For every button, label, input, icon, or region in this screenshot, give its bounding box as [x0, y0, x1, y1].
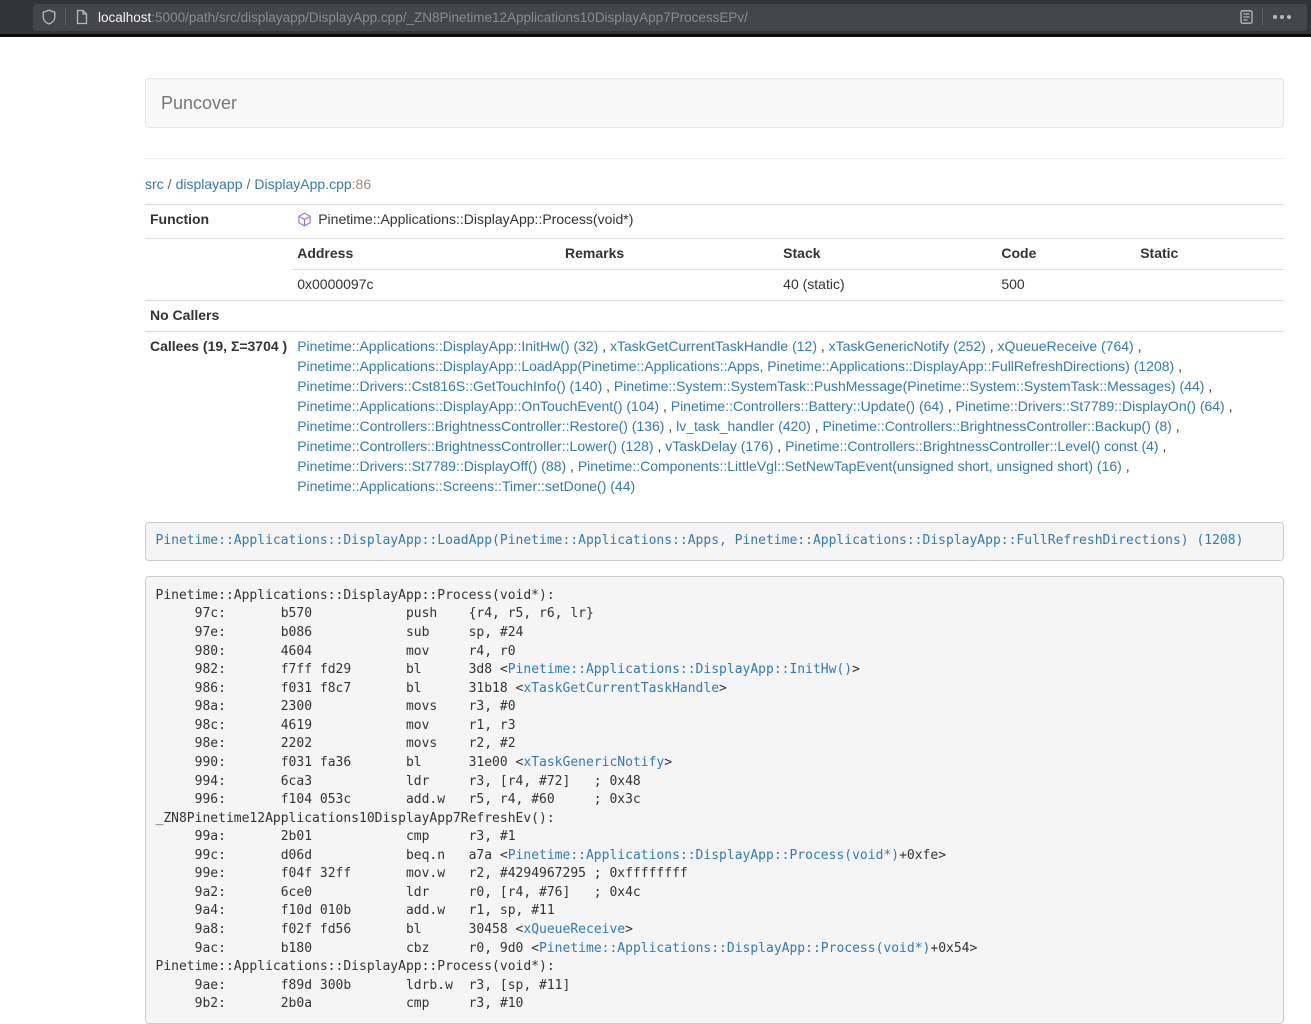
page-icon: [74, 9, 89, 25]
url-bar[interactable]: localhost:5000/path/src/displayapp/Displ…: [33, 4, 1307, 31]
remarks-value: [560, 269, 778, 299]
brand-link[interactable]: Puncover: [146, 78, 252, 128]
callee-separator: ,: [944, 398, 956, 414]
breadcrumb-link-displayapp[interactable]: displayapp: [176, 176, 243, 192]
column-header-remarks: Remarks: [560, 239, 778, 269]
callee-link[interactable]: xTaskGenericNotify (252): [829, 338, 986, 354]
urlbar-divider: [65, 8, 66, 26]
asm-symbol-link[interactable]: xTaskGenericNotify: [523, 755, 664, 770]
callee-separator: ,: [986, 338, 998, 354]
callee-link[interactable]: Pinetime::System::SystemTask::PushMessag…: [614, 378, 1205, 394]
callee-link[interactable]: Pinetime::Controllers::BrightnessControl…: [297, 418, 664, 434]
callee-separator: ,: [1172, 418, 1180, 434]
callee-separator: ,: [1225, 398, 1233, 414]
callee-separator: ,: [1159, 438, 1167, 454]
function-name: Pinetime::Applications::DisplayApp::Proc…: [318, 211, 633, 227]
table-row: Address Remarks Stack Code Static 0x0000…: [145, 238, 1284, 300]
code-value: 500: [996, 269, 1135, 299]
column-header-address: Address: [292, 239, 560, 269]
page-container: Puncover src/displayapp/DisplayApp.cpp:8…: [145, 78, 1284, 1024]
callee-link[interactable]: Pinetime::Controllers::BrightnessControl…: [822, 418, 1171, 434]
callee-separator: ,: [811, 418, 823, 434]
column-header-static: Static: [1135, 239, 1284, 269]
asm-symbol-link[interactable]: xQueueReceive: [523, 922, 625, 937]
callee-link[interactable]: xTaskGetCurrentTaskHandle (12): [610, 338, 817, 354]
callee-link[interactable]: Pinetime::Controllers::BrightnessControl…: [785, 438, 1158, 454]
function-info-table: Function Pinetime::Applications::Display…: [145, 204, 1284, 502]
callee-link[interactable]: Pinetime::Drivers::St7789::DisplayOn() (…: [956, 398, 1225, 414]
callee-link[interactable]: xQueueReceive (764): [998, 338, 1134, 354]
callee-link[interactable]: Pinetime::Applications::DisplayApp::Init…: [297, 338, 598, 354]
callee-separator: ,: [1122, 458, 1130, 474]
callee-link[interactable]: Pinetime::Controllers::BrightnessControl…: [297, 438, 653, 454]
callee-separator: ,: [654, 438, 666, 454]
asm-symbol-link[interactable]: xTaskGetCurrentTaskHandle: [523, 681, 719, 696]
browser-toolbar: localhost:5000/path/src/displayapp/Displ…: [0, 0, 1311, 37]
callee-separator: ,: [566, 458, 578, 474]
callee-link[interactable]: lv_task_handler (420): [676, 418, 811, 434]
asm-symbol-link[interactable]: Pinetime::Applications::DisplayApp::Proc…: [539, 941, 930, 956]
column-header-stack: Stack: [778, 239, 996, 269]
ellipsis-menu-icon[interactable]: [1273, 15, 1291, 19]
breadcrumb-separator: /: [243, 176, 255, 192]
url-path: :5000/path/src/displayapp/DisplayApp.cpp…: [151, 10, 748, 25]
callee-separator: ,: [1174, 358, 1182, 374]
symbol-metrics-table: Address Remarks Stack Code Static 0x0000…: [292, 239, 1284, 300]
address-value: 0x0000097c: [292, 269, 560, 299]
callee-link[interactable]: Pinetime::Applications::Screens::Timer::…: [297, 478, 635, 494]
callee-separator: ,: [1134, 338, 1142, 354]
column-header-code: Code: [996, 239, 1135, 269]
callee-link[interactable]: vTaskDelay (176): [665, 438, 773, 454]
url-host: localhost: [98, 10, 151, 25]
callee-separator: ,: [664, 418, 676, 434]
callee-link[interactable]: Pinetime::Controllers::Battery::Update()…: [671, 398, 944, 414]
breadcrumb-link-src[interactable]: src: [145, 176, 164, 192]
reader-view-icon[interactable]: [1239, 9, 1254, 25]
breadcrumb-link-file[interactable]: DisplayApp.cpp: [254, 176, 351, 192]
highlighted-symbol-link[interactable]: Pinetime::Applications::DisplayApp::Load…: [156, 533, 1244, 548]
callee-separator: ,: [602, 378, 614, 394]
callee-separator: ,: [1204, 378, 1212, 394]
table-row: Function Pinetime::Applications::Display…: [145, 205, 1284, 239]
cube-icon: [297, 212, 312, 233]
shield-icon[interactable]: [41, 9, 57, 25]
table-row: 0x0000097c 40 (static) 500: [292, 269, 1284, 299]
asm-symbol-link[interactable]: Pinetime::Applications::DisplayApp::Init…: [508, 662, 852, 677]
navbar: Puncover: [145, 78, 1284, 128]
callees-list: Pinetime::Applications::DisplayApp::Init…: [292, 331, 1284, 501]
assembly-listing: Pinetime::Applications::DisplayApp::Proc…: [145, 576, 1284, 1024]
function-row-label: Function: [145, 205, 292, 239]
highlighted-symbol-block: Pinetime::Applications::DisplayApp::Load…: [145, 522, 1284, 562]
callee-separator: ,: [659, 398, 671, 414]
table-row: Callees (19, Σ=3704 ) Pinetime::Applicat…: [145, 331, 1284, 501]
asm-symbol-link[interactable]: Pinetime::Applications::DisplayApp::Proc…: [508, 848, 899, 863]
callee-link[interactable]: Pinetime::Components::LittleVgl::SetNewT…: [578, 458, 1122, 474]
table-row: No Callers: [145, 300, 1284, 331]
no-callers-label: No Callers: [145, 300, 292, 331]
callees-label: Callees (19, Σ=3704 ): [145, 331, 292, 501]
urlbar-divider: [1262, 8, 1263, 26]
stack-value: 40 (static): [778, 269, 996, 299]
breadcrumb-line-number: :86: [352, 176, 371, 192]
callee-link[interactable]: Pinetime::Drivers::St7789::DisplayOff() …: [297, 458, 566, 474]
callee-link[interactable]: Pinetime::Applications::DisplayApp::Load…: [297, 358, 1174, 374]
callee-separator: ,: [773, 438, 785, 454]
breadcrumb-separator: /: [164, 176, 176, 192]
callee-separator: ,: [817, 338, 829, 354]
url-text[interactable]: localhost:5000/path/src/displayapp/Displ…: [98, 10, 1239, 25]
callee-link[interactable]: Pinetime::Applications::DisplayApp::OnTo…: [297, 398, 659, 414]
callee-link[interactable]: Pinetime::Drivers::Cst816S::GetTouchInfo…: [297, 378, 602, 394]
callee-separator: ,: [598, 338, 610, 354]
breadcrumb: src/displayapp/DisplayApp.cpp:86: [145, 176, 1284, 192]
divider: [145, 158, 1284, 159]
static-value: [1135, 269, 1284, 299]
